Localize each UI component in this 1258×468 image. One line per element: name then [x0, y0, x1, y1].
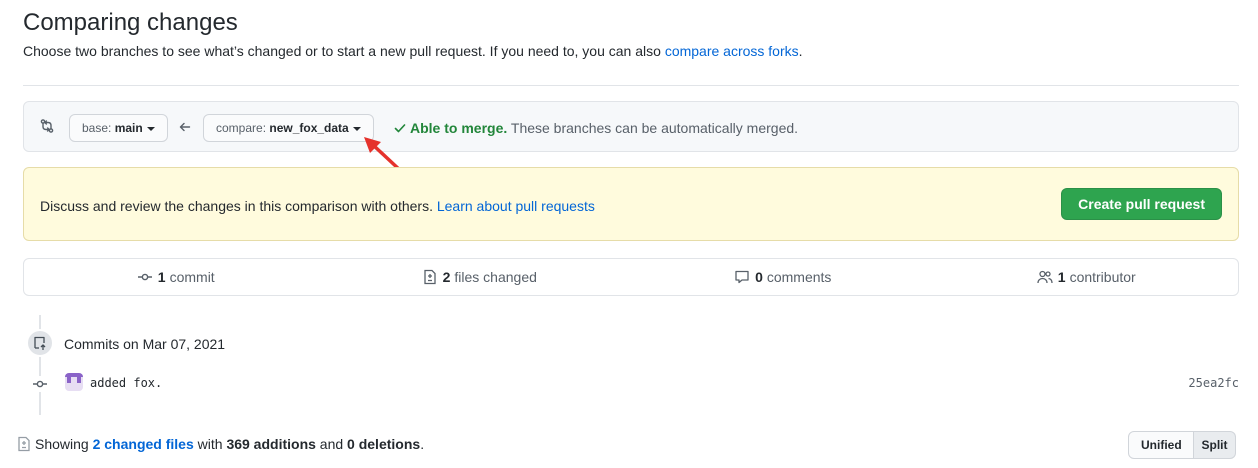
- description-end: .: [798, 43, 803, 59]
- page-title: Comparing changes: [23, 9, 238, 36]
- git-commit-icon: [32, 376, 48, 392]
- pull-request-flash: Discuss and review the changes in this c…: [23, 167, 1239, 241]
- comments-count: 0: [755, 269, 763, 285]
- files-count: 2: [442, 269, 451, 285]
- comments-count-tab[interactable]: 0 comments: [631, 259, 935, 295]
- compare-branch-name: new_fox_data: [269, 121, 349, 135]
- unified-view-button[interactable]: Unified: [1128, 431, 1194, 459]
- create-pull-request-button[interactable]: Create pull request: [1061, 188, 1222, 220]
- diff-summary: Showing 2 changed files with 369 additio…: [16, 435, 424, 456]
- commits-count: 1: [157, 269, 166, 285]
- description-text: Choose two branches to see what’s change…: [23, 43, 665, 59]
- git-commit-icon: [137, 273, 152, 281]
- changed-files-link[interactable]: 2 changed files: [93, 436, 194, 452]
- additions-count: 369 additions: [226, 436, 316, 452]
- diff-summary-end: .: [420, 436, 425, 452]
- contributors-count: 1: [1057, 269, 1066, 285]
- merge-status-ok: Able to merge.: [410, 120, 508, 136]
- commit-sha-link[interactable]: 25ea2fc: [1188, 376, 1239, 390]
- header-divider: [23, 85, 1239, 86]
- chevron-down-icon: [146, 126, 155, 131]
- commits-count-tab[interactable]: 1 commit: [24, 259, 328, 295]
- contributors-count-tab[interactable]: 1 contributor: [935, 259, 1239, 295]
- deletions-count: 0 deletions: [347, 436, 421, 452]
- compare-branch-select[interactable]: compare: new_fox_data: [203, 114, 374, 142]
- learn-about-pull-requests-link[interactable]: Learn about pull requests: [437, 198, 595, 214]
- base-prefix: base:: [82, 121, 115, 135]
- diff-summary-with: with: [193, 436, 227, 452]
- flash-message: Discuss and review the changes in this c…: [40, 197, 595, 215]
- file-diff-icon: [16, 436, 32, 456]
- flash-text: Discuss and review the changes in this c…: [40, 198, 437, 214]
- repo-push-icon: [26, 329, 54, 357]
- compare-across-forks-link[interactable]: compare across forks: [665, 43, 799, 59]
- files-changed-tab[interactable]: 2 files changed: [328, 259, 632, 295]
- arrow-left-icon: [177, 119, 193, 135]
- chevron-down-icon: [352, 126, 361, 131]
- people-icon: [1037, 270, 1053, 284]
- compare-prefix: compare:: [216, 121, 270, 135]
- commits-label: commit: [169, 269, 215, 285]
- avatar[interactable]: [65, 373, 83, 391]
- comparison-summary: 1 commit 2 files changed 0 comments 1 contri…: [23, 258, 1239, 296]
- merge-status: Able to merge. These branches can be aut…: [392, 119, 798, 140]
- base-branch-name: main: [114, 121, 143, 135]
- commits-date-heading: Commits on Mar 07, 2021: [64, 336, 226, 352]
- diff-view-toggle: Unified Split: [1128, 431, 1236, 459]
- range-editor: base: main compare: new_fox_data Able to…: [23, 101, 1239, 152]
- comments-label: comments: [766, 269, 832, 285]
- files-label: files changed: [454, 269, 537, 285]
- diff-summary-and: and: [315, 436, 348, 452]
- file-diff-icon: [423, 269, 436, 285]
- commit-message-link[interactable]: added fox.: [90, 376, 162, 390]
- comment-icon: [735, 270, 749, 284]
- merge-status-detail: These branches can be automatically merg…: [507, 120, 799, 136]
- git-compare-icon: [39, 118, 55, 134]
- page-description: Choose two branches to see what’s change…: [23, 42, 803, 60]
- contributors-label: contributor: [1069, 269, 1136, 285]
- base-branch-select[interactable]: base: main: [69, 114, 168, 142]
- split-view-button[interactable]: Split: [1194, 431, 1236, 459]
- diff-summary-prefix: Showing: [35, 436, 93, 452]
